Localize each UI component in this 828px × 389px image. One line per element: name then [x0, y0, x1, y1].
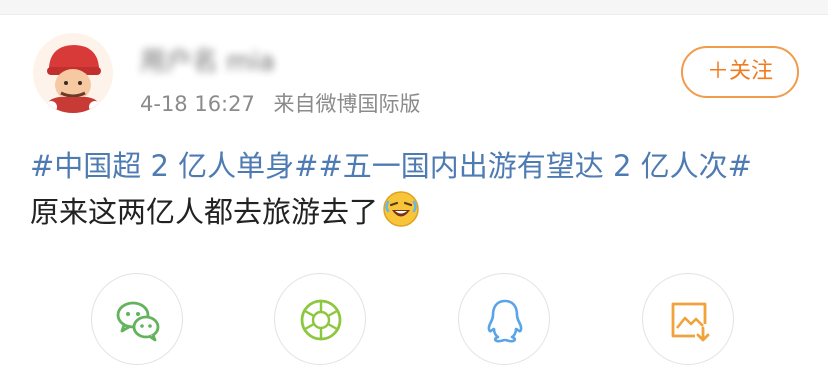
- top-divider: [0, 0, 828, 15]
- hashtag-link[interactable]: #中国超 2 亿人单身#: [30, 149, 319, 183]
- post-source[interactable]: 来自微博国际版: [274, 92, 421, 116]
- share-qq-button[interactable]: [458, 273, 550, 365]
- qq-icon: [487, 299, 523, 343]
- post-body: 原来这两亿人都去旅游去了: [30, 195, 379, 229]
- laughing-emoji-icon: [382, 190, 420, 228]
- moments-icon: [300, 299, 342, 341]
- weibo-post-card: 用户名 mia 4-18 16:27 来自微博国际版 ＋关注 #中国超 2 亿人…: [0, 0, 828, 389]
- hashtag-link[interactable]: #五一国内出游有望达 2 亿人次#: [319, 149, 753, 183]
- post-meta: 4-18 16:27 来自微博国际版: [140, 89, 421, 119]
- username[interactable]: 用户名 mia: [140, 44, 290, 80]
- save-image-icon: [671, 302, 710, 342]
- post-time: 4-18 16:27: [140, 92, 255, 116]
- post-text: #中国超 2 亿人单身##五一国内出游有望达 2 亿人次# 原来这两亿人都去旅游…: [30, 143, 810, 235]
- wechat-icon: [116, 301, 160, 342]
- save-image-button[interactable]: [642, 273, 734, 365]
- share-moments-button[interactable]: [274, 273, 366, 365]
- avatar-image: [33, 33, 113, 113]
- follow-button[interactable]: ＋关注: [681, 46, 799, 98]
- share-wechat-button[interactable]: [91, 273, 183, 365]
- avatar[interactable]: [33, 33, 113, 113]
